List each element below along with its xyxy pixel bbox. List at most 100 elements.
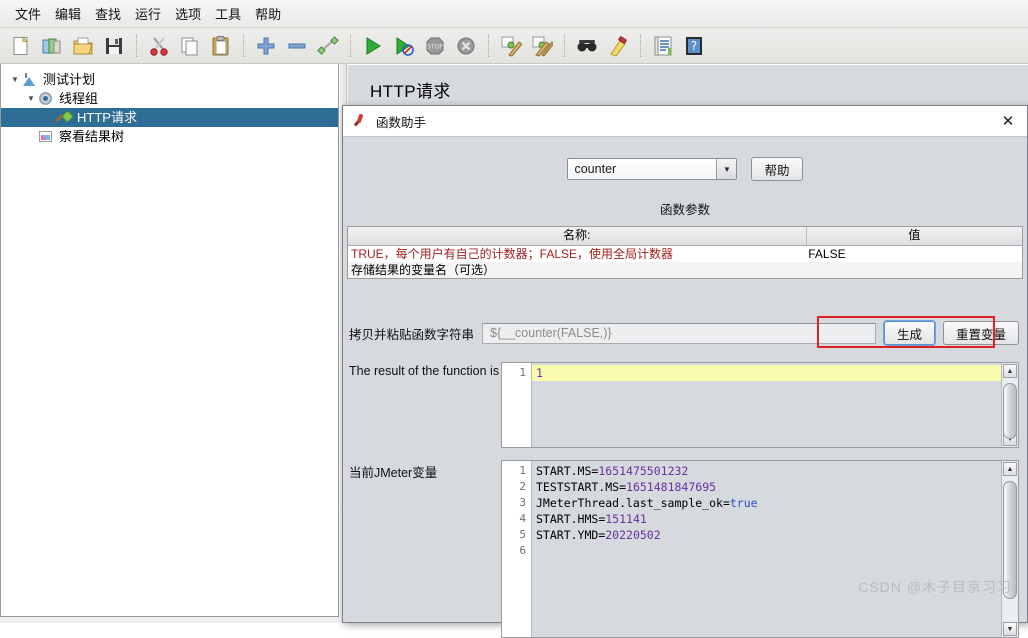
column-header-name: 名称: xyxy=(348,227,807,245)
line-number: 4 xyxy=(519,512,526,525)
stop-icon[interactable]: STOP xyxy=(420,31,450,61)
function-parameters-table: 名称: 值 TRUE，每个用户有自己的计数器；FALSE，使用全局计数器 FAL… xyxy=(347,226,1023,279)
function-parameters-title: 函数参数 xyxy=(659,203,710,217)
tree-node-thread-group[interactable]: ▼ 线程组 xyxy=(1,89,338,108)
clear-icon[interactable] xyxy=(496,31,526,61)
function-helper-icon[interactable] xyxy=(648,31,678,61)
http-request-icon xyxy=(55,110,73,126)
toggle-icon[interactable] xyxy=(313,31,343,61)
tree-node-test-plan[interactable]: ▼ 测试计划 xyxy=(1,70,338,89)
variables-line-numbers: 1 2 3 4 5 6 xyxy=(502,461,532,637)
scroll-track[interactable] xyxy=(1003,477,1017,621)
test-plan-tree-panel: ▼ 测试计划 ▼ 线程组 HTTP请求 察看结果树 xyxy=(0,64,339,617)
column-header-value: 值 xyxy=(908,228,921,242)
cut-icon[interactable] xyxy=(144,31,174,61)
table-row[interactable]: TRUE，每个用户有自己的计数器；FALSE，使用全局计数器 FALSE xyxy=(348,246,1022,262)
tree-node-label: HTTP请求 xyxy=(77,110,137,125)
tree-node-view-results-tree[interactable]: 察看结果树 xyxy=(1,127,338,146)
search-reset-icon[interactable] xyxy=(603,31,633,61)
clear-all-icon[interactable] xyxy=(527,31,557,61)
menu-bar: 文件 编辑 查找 运行 选项 工具 帮助 xyxy=(0,0,1028,28)
tree-node-label: 线程组 xyxy=(59,91,99,106)
toolbar-separator xyxy=(488,34,490,57)
page-title: HTTP请求 xyxy=(370,82,451,101)
scroll-up-icon[interactable]: ▲ xyxy=(1003,462,1017,476)
generate-button[interactable]: 生成 xyxy=(883,321,935,345)
save-icon[interactable] xyxy=(99,31,129,61)
menu-run[interactable]: 运行 xyxy=(128,1,168,26)
chevron-down-icon[interactable]: ▼ xyxy=(716,159,737,179)
reset-variables-button[interactable]: 重置变量 xyxy=(942,321,1019,345)
paste-icon[interactable] xyxy=(206,31,236,61)
variables-textarea[interactable]: 1 2 3 4 5 6 START.MS=1651475501232 TESTS… xyxy=(501,460,1019,638)
variables-content[interactable]: START.MS=1651475501232 TESTSTART.MS=1651… xyxy=(532,461,1001,637)
variable-value: 1651475501232 xyxy=(598,464,689,478)
toolbar-separator xyxy=(243,34,245,57)
view-results-tree-icon xyxy=(37,129,55,145)
new-icon[interactable] xyxy=(6,31,36,61)
dialog-title: 函数助手 xyxy=(376,115,427,130)
variable-key: START.HMS xyxy=(536,512,599,526)
tree-node-label: 察看结果树 xyxy=(59,129,125,144)
menu-file[interactable]: 文件 xyxy=(8,1,48,26)
shutdown-icon[interactable] xyxy=(451,31,481,61)
scroll-down-icon[interactable]: ▼ xyxy=(1003,622,1017,636)
code-line: START.MS=1651475501232 xyxy=(536,464,689,478)
line-number: 1 xyxy=(519,464,526,477)
menu-edit[interactable]: 编辑 xyxy=(48,1,88,26)
result-scrollbar[interactable]: ▲ ▼ xyxy=(1001,363,1018,447)
svg-text:STOP: STOP xyxy=(427,43,443,50)
code-line: TESTSTART.MS=1651481847695 xyxy=(536,480,717,494)
param-value[interactable]: FALSE xyxy=(805,246,1022,262)
tree-node-label: 测试计划 xyxy=(43,72,96,87)
menu-options[interactable]: 选项 xyxy=(168,1,208,26)
close-icon[interactable]: ✕ xyxy=(997,110,1019,132)
result-label: The result of the function is xyxy=(349,364,500,378)
variables-row: 当前JMeter变量 1 2 3 4 5 6 START.MS=16514755… xyxy=(343,460,1027,638)
dialog-body: counter ▼ 帮助 函数参数 名称: 值 TRUE，每个用户有自己的计数器… xyxy=(343,137,1027,638)
menu-tools[interactable]: 工具 xyxy=(208,1,248,26)
variables-scrollbar[interactable]: ▲ ▼ xyxy=(1001,461,1018,637)
help-icon[interactable]: ? xyxy=(679,31,709,61)
scroll-thumb[interactable] xyxy=(1003,481,1017,599)
table-row[interactable]: 存储结果的变量名（可选） xyxy=(348,262,1022,278)
remove-icon[interactable] xyxy=(282,31,312,61)
param-value[interactable] xyxy=(805,262,1022,278)
result-value: 1 xyxy=(536,366,543,380)
scroll-track[interactable] xyxy=(1003,379,1017,439)
menu-search[interactable]: 查找 xyxy=(88,1,128,26)
open-icon[interactable] xyxy=(68,31,98,61)
twisty-icon[interactable]: ▼ xyxy=(9,75,21,84)
variable-value: 1651481847695 xyxy=(626,480,717,494)
result-textarea[interactable]: 1 1 ▲ ▼ xyxy=(501,362,1019,448)
search-icon[interactable] xyxy=(572,31,602,61)
line-number: 5 xyxy=(519,528,526,541)
copy-icon[interactable] xyxy=(175,31,205,61)
toolbar-separator xyxy=(350,34,352,57)
tree-node-http-request[interactable]: HTTP请求 xyxy=(1,108,338,127)
scroll-up-icon[interactable]: ▲ xyxy=(1003,364,1017,378)
variable-value: true xyxy=(729,496,758,510)
toolbar-separator xyxy=(640,34,642,57)
function-helper-icon xyxy=(353,113,369,129)
thread-group-icon xyxy=(37,91,55,107)
help-button[interactable]: 帮助 xyxy=(751,157,803,181)
variable-value: 151141 xyxy=(605,512,647,526)
start-icon[interactable] xyxy=(358,31,388,61)
code-line: 1 xyxy=(532,365,1001,381)
start-no-pauses-icon[interactable] xyxy=(389,31,419,61)
function-string-input[interactable]: ${__counter(FALSE,)} xyxy=(482,322,876,344)
templates-icon[interactable] xyxy=(37,31,67,61)
function-helper-dialog: 函数助手 ✕ counter ▼ 帮助 函数参数 名称: 值 TRUE，每个用户… xyxy=(342,105,1028,638)
result-row: The result of the function is 1 1 ▲ ▼ xyxy=(343,362,1027,448)
twisty-icon[interactable]: ▼ xyxy=(25,94,37,103)
menu-help[interactable]: 帮助 xyxy=(248,1,288,26)
code-line: START.HMS=151141 xyxy=(536,512,647,526)
dialog-title-bar[interactable]: 函数助手 ✕ xyxy=(343,106,1027,137)
variable-key: JMeterThread.last_sample_ok xyxy=(536,496,723,510)
scroll-thumb[interactable] xyxy=(1003,383,1017,439)
add-icon[interactable] xyxy=(251,31,281,61)
line-number: 1 xyxy=(519,366,526,379)
function-select[interactable]: counter ▼ xyxy=(567,158,738,180)
result-content[interactable]: 1 xyxy=(532,363,1001,447)
